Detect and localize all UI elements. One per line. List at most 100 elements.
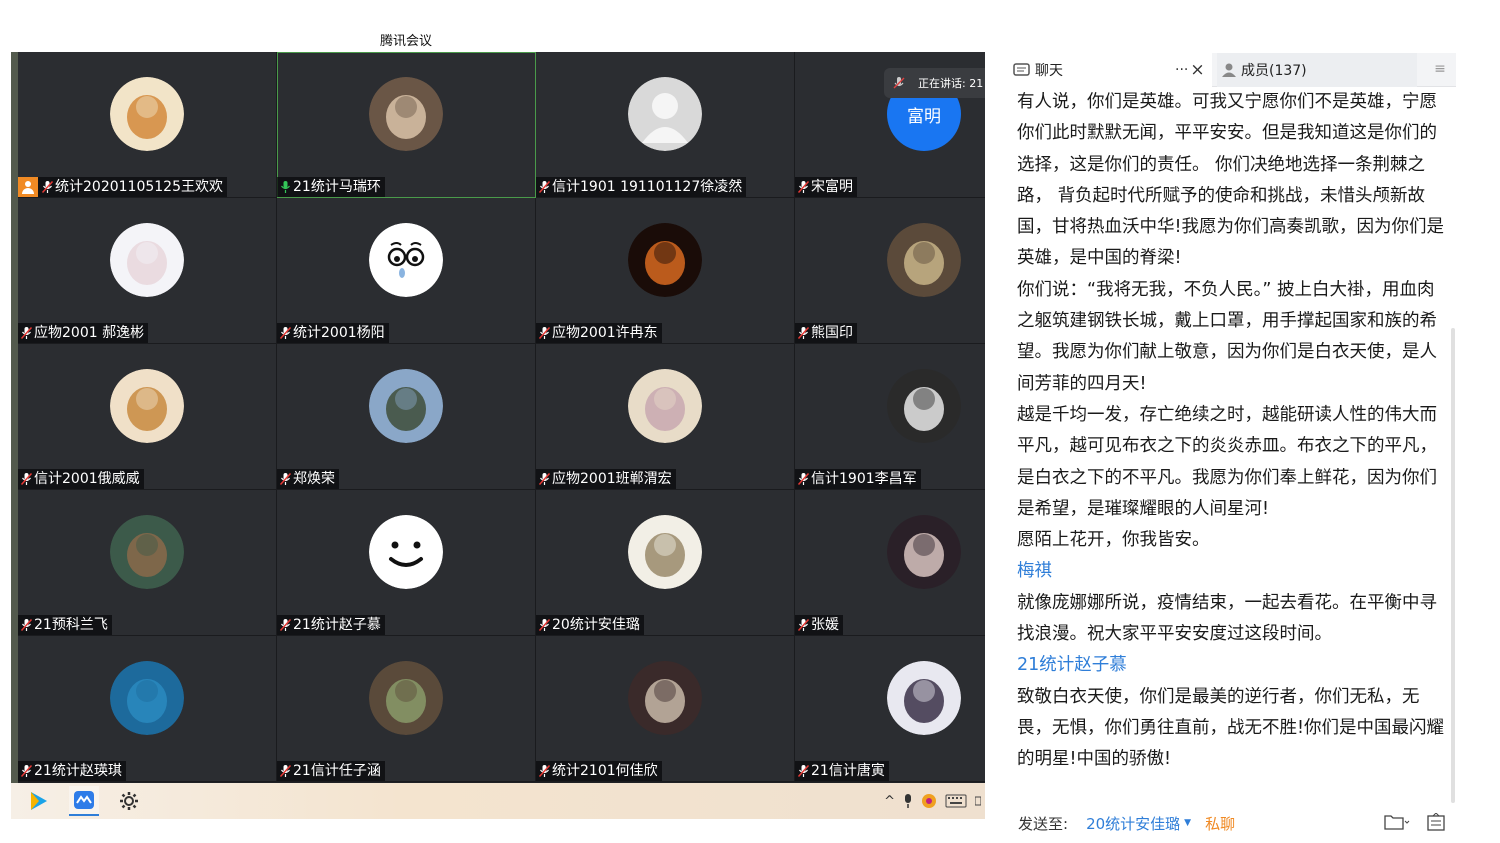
participant-name: 统计2001杨阳 [293,325,385,341]
avatar [628,223,702,297]
participant-tile[interactable]: 21统计赵子慕 [277,490,536,636]
settings-icon[interactable] [114,786,144,816]
participant-name-tag: 21统计马瑞环 [277,177,385,197]
participant-name-tag: 信计1901 191101127徐凌然 [536,177,747,197]
participant-name-tag: 熊国印 [795,323,857,343]
avatar [110,223,184,297]
participant-tile[interactable]: 信计2001俄威威 [18,344,277,490]
tray-app-icon[interactable] [921,793,937,809]
avatar [628,77,702,151]
mic-muted-icon [538,618,551,632]
participant-name-tag: 21统计赵瑛琪 [18,761,126,781]
media-player-icon[interactable] [23,786,53,816]
avatar [628,661,702,735]
participant-name-tag: 21预科兰飞 [18,615,112,635]
mic-muted-icon [279,326,292,340]
tray-overflow-icon[interactable] [975,794,981,808]
panel-menu-icon[interactable]: ≡ [1432,61,1448,77]
system-tray: ^ [884,783,985,819]
chevron-down-icon[interactable]: ▼ [1184,818,1191,828]
tab-chat-label: 聊天 [1035,63,1063,79]
folder-icon[interactable] [1384,813,1410,831]
mic-muted-icon [20,472,33,486]
participant-name: 21统计马瑞环 [293,179,381,195]
participant-tile[interactable]: 信计1901 191101127徐凌然 [536,52,795,198]
tab-members[interactable]: 成员(137) [1217,53,1417,87]
taskbar: ^ [11,783,985,819]
message-text: 越是千均一发，存亡绝续之时，越能研读人性的伟大而平凡，越可见布衣之下的炎炎赤皿。… [1017,404,1437,519]
participant-tile[interactable]: 21统计赵瑛琪 [18,636,277,782]
participant-name: 21统计赵瑛琪 [34,763,122,779]
message-sender[interactable]: 21统计赵子慕 [1017,650,1449,681]
mic-muted-icon [797,618,810,632]
participant-name: 21预科兰飞 [34,617,108,633]
participant-tile[interactable]: 21统计马瑞环 [277,52,536,198]
participant-name-tag: 信计2001俄威威 [18,469,144,489]
participant-name-tag: 郑焕荣 [277,469,339,489]
video-grid: 统计20201105125王欢欢 21统计马瑞环 信计1901 191101127徐… [11,52,985,783]
avatar [110,369,184,443]
chat-scrollbar[interactable] [1451,328,1455,803]
screen: 腾讯会议 统计20201105125王欢欢 21统计马瑞环 信计1901 19110… [0,0,1500,843]
tray-expand-icon[interactable]: ^ [884,794,895,809]
mic-muted-icon [797,180,810,194]
participant-tile[interactable]: 统计2001杨阳 [277,198,536,344]
participant-name: 熊国印 [811,325,853,341]
participant-name: 信计2001俄威威 [34,471,140,487]
participant-tile[interactable]: 21预科兰飞 [18,490,277,636]
tencent-meeting-icon[interactable] [69,786,99,816]
message-text: 你们说：“我将无我，不负人民。” 披上白大褂，用血肉之躯筑建钢铁长城，戴上口罩，… [1017,279,1437,394]
private-chat-label[interactable]: 私聊 [1205,813,1235,834]
host-icon [18,177,38,197]
participant-tile[interactable]: 统计2101何佳欣 [536,636,795,782]
mic-muted-icon [893,77,905,89]
notice-icon[interactable] [1426,813,1446,831]
tab-members-label: 成员(137) [1241,63,1307,79]
keyboard-icon[interactable] [945,794,967,808]
participant-tile[interactable]: 20统计安佳璐 [536,490,795,636]
avatar [887,223,961,297]
tray-mic-icon[interactable] [903,793,913,809]
participant-tile[interactable]: 熊国印 [795,198,985,344]
participant-name-tag: 宋富明 [795,177,857,197]
participant-tile[interactable]: 应物2001 郝逸彬 [18,198,277,344]
avatar [369,369,443,443]
participant-tile[interactable]: 统计20201105125王欢欢 [18,52,277,198]
participant-tile[interactable]: 信计1901李昌军 [795,344,985,490]
mic-muted-icon [797,764,810,778]
mic-muted-icon [279,472,292,486]
close-icon[interactable]: × [1190,60,1204,80]
mic-muted-icon [538,180,551,194]
background-sliver [11,52,18,783]
avatar [110,661,184,735]
participant-tile[interactable]: 郑焕荣 [277,344,536,490]
more-options-icon[interactable]: ··· [1175,62,1188,78]
panel-tabs: 聊天 ··· × 成员(137) ≡ [1011,53,1456,87]
speaking-text: 正在讲话: 21 [918,77,984,90]
participant-name-tag: 20统计安佳璐 [536,615,644,635]
participant-tile[interactable]: 应物2001许冉东 [536,198,795,344]
send-target-select[interactable]: 20统计安佳璐 [1086,813,1180,834]
avatar [887,369,961,443]
participant-tile[interactable]: 21信计任子涵 [277,636,536,782]
participant-name: 应物2001许冉东 [552,325,658,341]
window-title: 腾讯会议 [379,34,432,49]
tab-chat-actions: ··· × [1175,53,1205,87]
participant-tile[interactable]: 张媛 [795,490,985,636]
message-text: 有人说，你们是英雄。可我又宁愿你们不是英雄，宁愿你们此时默默无闻，平平安安。但是… [1017,92,1445,269]
mic-muted-icon [538,764,551,778]
participant-name-tag: 21统计赵子慕 [277,615,385,635]
avatar [369,77,443,151]
participant-name: 统计2101何佳欣 [552,763,658,779]
chat-panel: 聊天 ··· × 成员(137) ≡ 有人说，你们是英雄。可我又宁愿你们不是英雄… [1011,53,1456,843]
participant-tile[interactable]: 21信计唐寅 [795,636,985,782]
members-icon [1222,63,1236,77]
participant-tile[interactable]: 应物2001班郸渭宏 [536,344,795,490]
avatar [369,661,443,735]
send-bar: 发送至: 20统计安佳璐 ▼ 私聊 [1011,803,1456,843]
avatar [628,515,702,589]
avatar [628,369,702,443]
avatar [369,515,443,589]
chat-icon [1013,63,1030,76]
message-sender[interactable]: 梅祺 [1017,556,1449,587]
